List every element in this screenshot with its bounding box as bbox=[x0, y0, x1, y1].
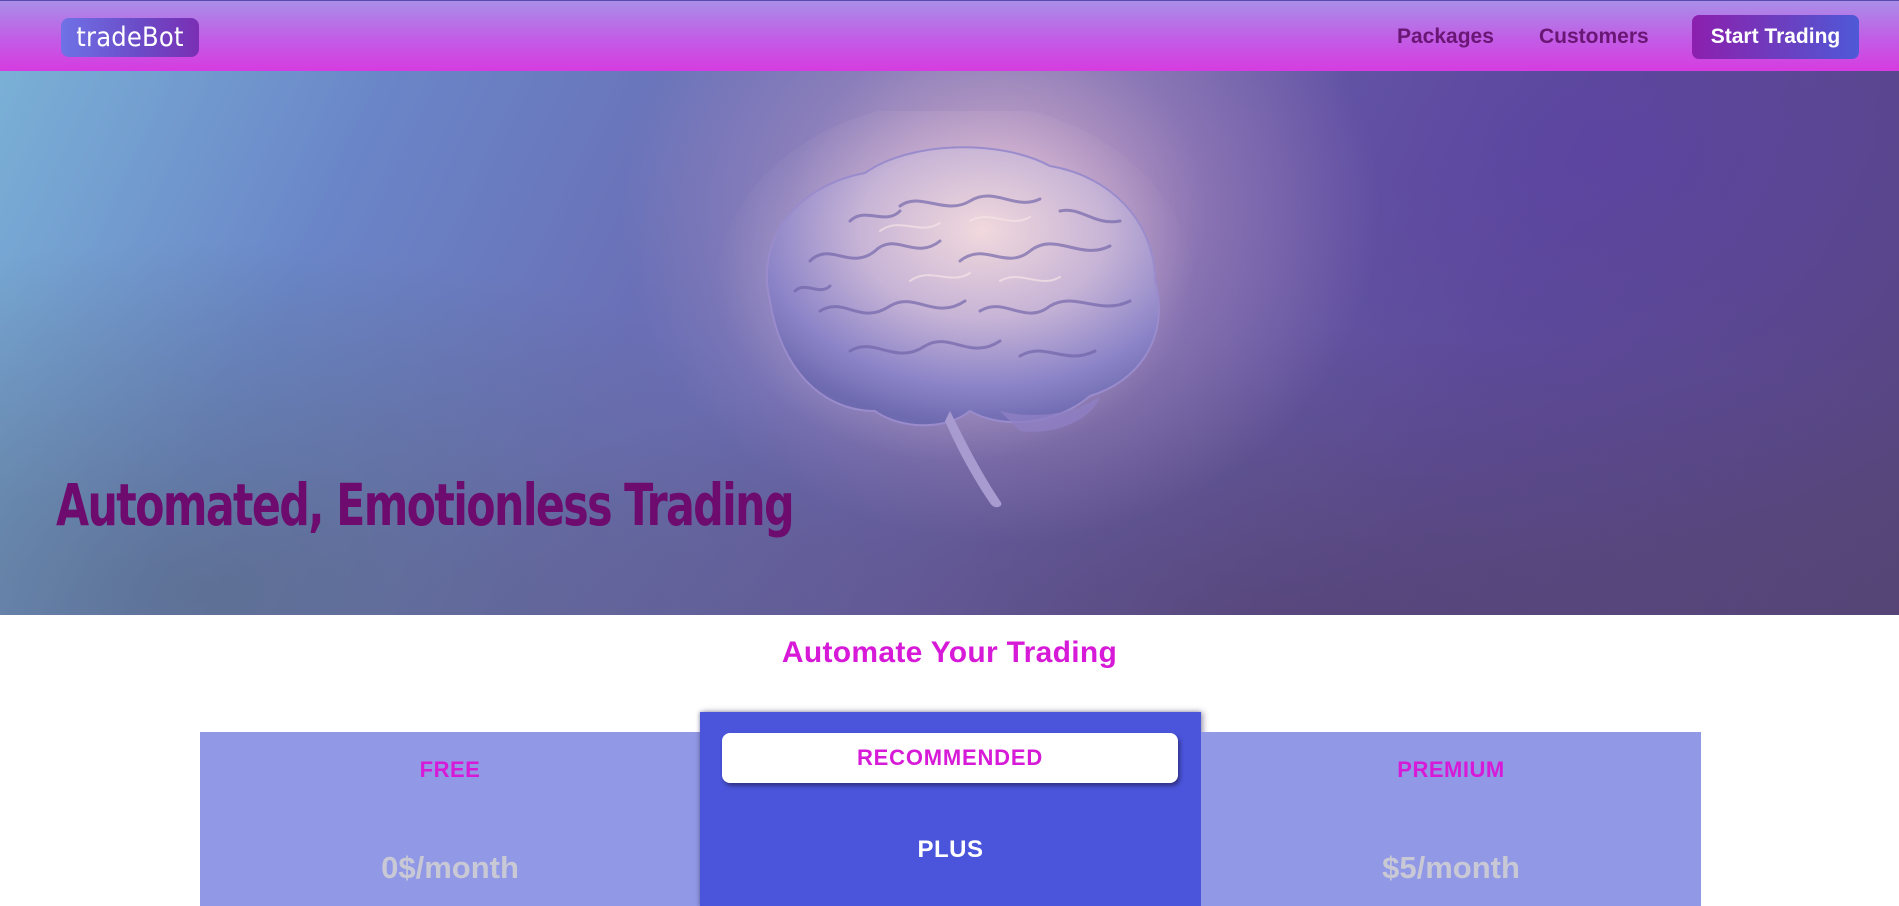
hero-banner: Automated, Emotionless Trading bbox=[0, 71, 1899, 615]
pricing-section-title: Automate Your Trading bbox=[781, 636, 1118, 669]
tradebot-logo[interactable]: tradeBot bbox=[61, 18, 199, 57]
start-trading-button[interactable]: Start Trading bbox=[1692, 15, 1859, 59]
nav-link-customers[interactable]: Customers bbox=[1539, 23, 1649, 51]
nav-link-packages[interactable]: Packages bbox=[1397, 23, 1494, 51]
brain-illustration bbox=[715, 111, 1195, 508]
recommended-badge: RECOMMENDED bbox=[722, 733, 1178, 783]
top-navbar: tradeBot Packages Customers Start Tradin… bbox=[0, 0, 1899, 71]
plan-card-free[interactable]: FREE 0$/month bbox=[200, 732, 700, 906]
hero-headline: Automated, Emotionless Trading bbox=[56, 471, 795, 539]
plan-price: 0$/month bbox=[381, 850, 519, 885]
plan-card-premium[interactable]: PREMIUM $5/month bbox=[1201, 732, 1701, 906]
plan-name: FREE bbox=[419, 757, 481, 782]
plan-name: PREMIUM bbox=[1397, 757, 1505, 782]
plan-price: $5/month bbox=[1382, 850, 1520, 885]
plan-name: PLUS bbox=[917, 836, 984, 863]
plan-card-plus[interactable]: RECOMMENDED PLUS bbox=[700, 712, 1201, 906]
